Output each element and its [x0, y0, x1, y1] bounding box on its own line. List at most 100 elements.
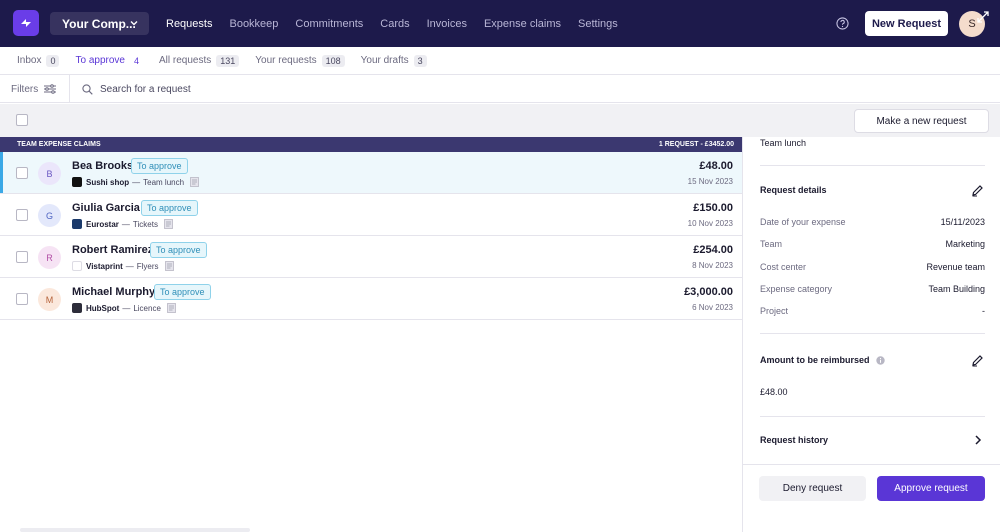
- request-row[interactable]: M Michael Murphy To approve HubSpot — Licence…: [0, 278, 742, 320]
- tab-your-requests[interactable]: Your requests 108: [255, 54, 345, 67]
- nav-link-expense-claims[interactable]: Expense claims: [484, 18, 561, 30]
- panel-footer: Deny request Approve request: [743, 464, 1000, 532]
- divider: [760, 416, 985, 417]
- divider: [760, 333, 985, 334]
- nav-link-bookkeep[interactable]: Bookkeep: [229, 18, 278, 30]
- top-navigation: Your Comp... Requests Bookkeep Commitments…: [0, 0, 1000, 47]
- request-amount: £150.00: [693, 202, 733, 214]
- select-all-checkbox[interactable]: [16, 114, 28, 126]
- deny-request-button[interactable]: Deny request: [759, 476, 866, 501]
- expand-icon[interactable]: [976, 10, 990, 24]
- tab-count-badge: 4: [133, 55, 139, 66]
- request-date: 8 Nov 2023: [692, 261, 733, 270]
- new-request-button[interactable]: New Request: [865, 11, 948, 36]
- search-input[interactable]: [100, 83, 400, 95]
- requester-name: Michael Murphy: [72, 286, 156, 298]
- detail-row: Expense category Team Building: [760, 284, 985, 294]
- divider: [69, 75, 70, 103]
- nav-link-cards[interactable]: Cards: [380, 18, 409, 30]
- filter-sliders-icon: [44, 84, 57, 94]
- tab-label: To approve: [75, 55, 125, 66]
- amount-value: £48.00: [760, 387, 788, 397]
- make-new-request-button[interactable]: Make a new request: [854, 109, 989, 133]
- list-toolbar: Make a new request: [0, 104, 1000, 137]
- merchant-name: Sushi shop: [86, 177, 130, 187]
- group-title: TEAM EXPENSE CLAIMS: [17, 141, 101, 148]
- main-nav: Requests Bookkeep Commitments Cards Invoices…: [166, 0, 635, 47]
- edit-details-icon[interactable]: [971, 184, 984, 197]
- row-checkbox[interactable]: [16, 167, 28, 179]
- request-date: 15 Nov 2023: [687, 177, 733, 186]
- request-detail-panel: Team lunch Request details Date of your …: [742, 137, 1000, 532]
- row-checkbox[interactable]: [16, 293, 28, 305]
- request-meta: Sushi shop — Team lunch: [72, 177, 199, 187]
- company-selector[interactable]: Your Comp...: [50, 12, 149, 35]
- tab-all-requests[interactable]: All requests 131: [158, 54, 240, 67]
- approve-request-button[interactable]: Approve request: [877, 476, 985, 501]
- request-row[interactable]: G Giulia Garcia To approve Eurostar — Tickets…: [0, 194, 742, 236]
- receipt-icon: [164, 261, 174, 271]
- chevron-down-icon: [130, 21, 138, 26]
- chevron-right-icon[interactable]: [974, 435, 982, 445]
- help-icon[interactable]: [836, 17, 849, 30]
- merchant-logo-icon: [72, 219, 82, 229]
- request-row[interactable]: R Robert Ramirez To approve Vistaprint — Flye…: [0, 236, 742, 278]
- merchant-logo-icon: [72, 261, 82, 271]
- request-details-title: Request details: [760, 185, 827, 195]
- search-box[interactable]: [82, 75, 400, 103]
- expense-category: Flyers: [136, 261, 159, 271]
- info-icon[interactable]: [876, 356, 885, 365]
- tab-your-drafts[interactable]: Your drafts 3: [361, 54, 427, 67]
- detail-row: Date of your expense 15/11/2023: [760, 217, 985, 227]
- nav-link-settings[interactable]: Settings: [578, 18, 618, 30]
- edit-amount-icon[interactable]: [971, 354, 984, 367]
- request-amount: £3,000.00: [684, 286, 733, 298]
- status-badge: To approve: [131, 158, 188, 174]
- divider: [760, 165, 985, 166]
- nav-link-requests[interactable]: Requests: [166, 18, 212, 30]
- detail-row: Project -: [760, 306, 985, 316]
- merchant-name: Eurostar: [86, 219, 119, 229]
- receipt-icon: [164, 219, 173, 229]
- company-name: Your Comp...: [62, 16, 136, 31]
- request-meta: HubSpot — Licence: [72, 303, 176, 313]
- request-meta: Eurostar — Tickets: [72, 219, 173, 229]
- detail-key: Expense category: [760, 283, 833, 294]
- nav-link-invoices[interactable]: Invoices: [427, 18, 467, 30]
- separator: —: [121, 219, 130, 229]
- merchant-name: Vistaprint: [86, 261, 123, 271]
- nav-link-commitments[interactable]: Commitments: [295, 18, 363, 30]
- tab-label: All requests: [158, 55, 212, 66]
- detail-key: Team: [760, 239, 783, 250]
- receipt-icon: [190, 177, 199, 187]
- row-checkbox[interactable]: [16, 209, 28, 221]
- tab-count-badge: 108: [321, 54, 345, 67]
- horizontal-scrollbar[interactable]: [20, 528, 250, 532]
- expense-category: Team lunch: [143, 177, 185, 187]
- filters-button[interactable]: Filters: [11, 75, 57, 103]
- group-header: TEAM EXPENSE CLAIMS 1 REQUEST - £3452.00: [0, 137, 742, 152]
- tab-inbox[interactable]: Inbox 0: [17, 54, 60, 67]
- group-summary: 1 REQUEST - £3452.00: [658, 141, 734, 148]
- expense-category: Licence: [133, 303, 161, 313]
- expense-category: Tickets: [132, 219, 158, 229]
- request-meta: Vistaprint — Flyers: [72, 261, 174, 271]
- detail-row: Cost center Revenue team: [760, 262, 985, 272]
- merchant-logo-icon: [72, 303, 82, 313]
- request-history-link[interactable]: Request history: [760, 435, 828, 445]
- filters-label: Filters: [11, 83, 39, 95]
- row-checkbox[interactable]: [16, 251, 28, 263]
- separator: —: [132, 177, 141, 187]
- tab-label: Inbox: [17, 55, 42, 66]
- status-badge: To approve: [154, 284, 211, 300]
- app-logo[interactable]: [13, 10, 39, 36]
- search-icon: [82, 83, 93, 95]
- request-row[interactable]: B Bea Brooks To approve Sushi shop — Team lun…: [0, 152, 742, 194]
- request-list: TEAM EXPENSE CLAIMS 1 REQUEST - £3452.00…: [0, 137, 742, 320]
- tab-to-approve[interactable]: To approve 4: [75, 55, 143, 67]
- receipt-icon: [167, 303, 176, 313]
- merchant-logo-icon: [72, 177, 82, 187]
- detail-value: Marketing: [945, 239, 985, 250]
- requester-name: Giulia Garcia: [72, 202, 140, 214]
- detail-value: -: [982, 306, 985, 317]
